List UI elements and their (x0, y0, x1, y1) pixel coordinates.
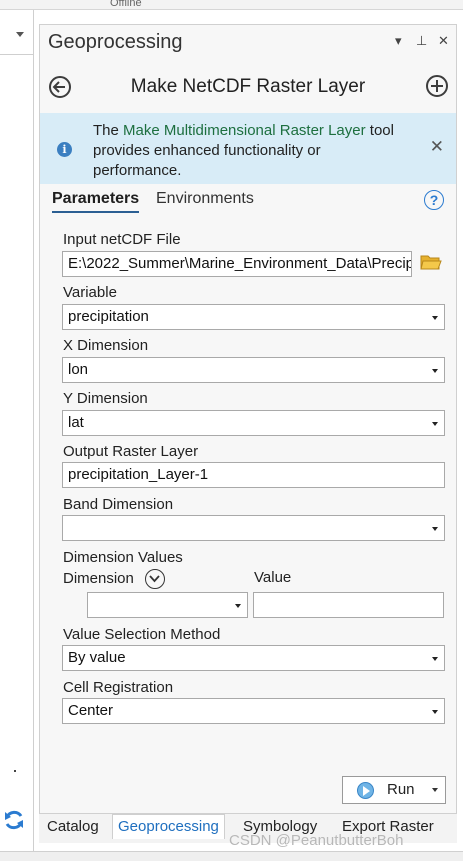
marker-dot (14, 770, 16, 772)
tab-parameters[interactable]: Parameters (52, 190, 140, 213)
input-file-field[interactable]: E:\2022_Summer\Marine_Environment_Data\P… (62, 251, 412, 277)
folder-icon[interactable] (420, 253, 442, 271)
output-layer-input[interactable]: precipitation_Layer-1 (62, 462, 445, 488)
pin-icon[interactable]: ⊥ (416, 33, 427, 49)
offline-label: Offline (110, 0, 142, 9)
variable-select[interactable]: precipitation (62, 304, 445, 330)
input-file-label: Input netCDF File (63, 231, 181, 248)
left-dock-pane (0, 10, 34, 851)
plus-icon (431, 80, 443, 92)
watermark: CSDN @PeanutbutterBoh (229, 832, 404, 849)
tab-catalog[interactable]: Catalog (47, 818, 99, 835)
add-button[interactable] (426, 75, 448, 97)
y-dimension-label: Y Dimension (63, 390, 148, 407)
dimension-values-label: Dimension Values (63, 549, 183, 566)
tool-title: Make NetCDF Raster Layer (130, 76, 366, 97)
value-column-label: Value (254, 569, 292, 586)
banner-tool-link[interactable]: Make Multidimensional Raster Layer (123, 122, 366, 139)
band-dimension-label: Band Dimension (63, 496, 174, 513)
dropdown-arrow-icon[interactable] (16, 32, 24, 37)
value-selection-label: Value Selection Method (63, 626, 221, 643)
band-dimension-select[interactable] (62, 515, 445, 541)
help-icon[interactable]: ? (424, 190, 444, 210)
dismiss-banner-icon[interactable]: ✕ (430, 137, 444, 157)
run-options-dropdown[interactable] (425, 777, 445, 803)
tab-geoprocessing[interactable]: Geoprocessing (112, 814, 225, 839)
geoprocessing-pane: Geoprocessing ▾ ⊥ ✕ Make NetCDF Raster L… (39, 24, 457, 843)
cell-registration-select[interactable]: Center (62, 698, 445, 724)
value-input[interactable] (253, 592, 444, 618)
dimension-select[interactable] (87, 592, 248, 618)
pane-menu-icon[interactable]: ▾ (395, 33, 402, 49)
value-selection-select[interactable]: By value (62, 645, 445, 671)
divider (0, 54, 33, 55)
cell-registration-label: Cell Registration (63, 679, 174, 696)
info-banner: i The Make Multidimensional Raster Layer… (40, 113, 456, 184)
x-dimension-label: X Dimension (63, 337, 149, 354)
dimension-column-label: Dimension (63, 570, 134, 587)
expand-chevron-button[interactable] (145, 569, 165, 589)
variable-label: Variable (63, 284, 117, 301)
status-bar (0, 851, 463, 861)
banner-text-before: The (93, 122, 124, 139)
info-icon: i (57, 142, 72, 157)
banner-message: The Make Multidimensional Raster Layer t… (93, 121, 403, 181)
top-strip: Offline (0, 0, 463, 10)
output-layer-label: Output Raster Layer (63, 443, 199, 460)
close-pane-icon[interactable]: ✕ (438, 33, 449, 49)
tab-environments[interactable]: Environments (156, 190, 254, 208)
y-dimension-select[interactable]: lat (62, 410, 445, 436)
run-label: Run (387, 781, 415, 798)
chevron-down-icon (149, 575, 160, 583)
pane-title: Geoprocessing (48, 31, 183, 53)
refresh-icon[interactable] (2, 808, 26, 832)
play-icon (357, 782, 374, 799)
run-button[interactable]: Run (342, 776, 446, 804)
x-dimension-select[interactable]: lon (62, 357, 445, 383)
